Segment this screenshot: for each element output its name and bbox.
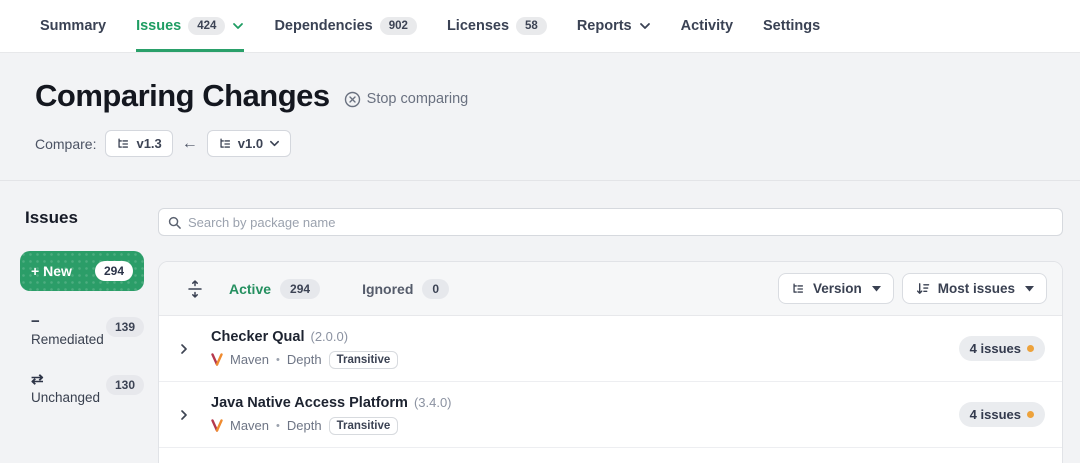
ecosystem-label: Maven xyxy=(230,418,269,433)
maven-logo-icon xyxy=(211,353,223,366)
issues-count-label: 4 issues xyxy=(970,341,1021,356)
list-tree-icon xyxy=(218,137,232,151)
package-info: Checker Qual (2.0.0) Maven • Depth Trans… xyxy=(211,329,398,369)
depth-label: Depth xyxy=(287,418,322,433)
expand-collapse-all-icon[interactable] xyxy=(187,280,203,298)
tab-activity-label: Activity xyxy=(681,18,733,34)
depth-value-badge: Transitive xyxy=(329,351,399,369)
meta-separator-dot: • xyxy=(276,420,280,432)
filter-new-label: + New xyxy=(31,263,72,279)
warning-dot-icon xyxy=(1027,345,1034,352)
compare-row: Compare: v1.3 ← v1.0 xyxy=(35,130,1045,157)
issues-count-label: 4 issues xyxy=(970,407,1021,422)
package-row[interactable]: Java Native Access Platform (3.4.0) Mave… xyxy=(159,382,1062,448)
stop-comparing-button[interactable]: Stop comparing xyxy=(344,91,469,108)
caret-down-icon xyxy=(1025,286,1034,292)
tab-reports[interactable]: Reports xyxy=(577,0,651,52)
issues-count-pill[interactable]: 4 issues xyxy=(959,402,1045,427)
compare-to-version-button[interactable]: v1.0 xyxy=(207,130,291,157)
sort-dropdown-button[interactable]: Most issues xyxy=(902,273,1047,304)
issues-panel: Active 294 Ignored 0 Version xyxy=(158,261,1063,463)
tab-issues-label: Issues xyxy=(136,18,181,34)
dependencies-count-badge: 902 xyxy=(380,17,417,35)
tab-activity[interactable]: Activity xyxy=(681,0,733,52)
compare-from-version-label: v1.3 xyxy=(136,136,161,151)
top-nav: Summary Issues 424 Dependencies 902 Lice… xyxy=(0,0,1080,53)
tab-settings[interactable]: Settings xyxy=(763,0,820,52)
chevron-right-icon[interactable] xyxy=(172,409,196,421)
filter-remediated-item[interactable]: − Remediated 139 xyxy=(20,313,144,349)
ecosystem-label: Maven xyxy=(230,352,269,367)
meta-separator-dot: • xyxy=(276,354,280,366)
package-version: (3.4.0) xyxy=(414,395,452,410)
arrow-left-icon: ← xyxy=(182,135,198,153)
package-version: (2.0.0) xyxy=(311,329,349,344)
tab-ignored-issues[interactable]: Ignored 0 xyxy=(362,279,449,299)
depth-label: Depth xyxy=(287,352,322,367)
tab-ignored-count-badge: 0 xyxy=(422,279,449,299)
compare-from-version-button[interactable]: v1.3 xyxy=(105,130,172,157)
list-tree-icon xyxy=(791,282,805,296)
tab-licenses[interactable]: Licenses 58 xyxy=(447,0,547,52)
compare-to-version-label: v1.0 xyxy=(238,136,263,151)
filter-unchanged-count-badge: 130 xyxy=(106,375,144,395)
stop-comparing-label: Stop comparing xyxy=(367,91,469,107)
issues-count-pill[interactable]: 4 issues xyxy=(959,336,1045,361)
warning-dot-icon xyxy=(1027,411,1034,418)
tab-issues[interactable]: Issues 424 xyxy=(136,0,244,52)
issues-sidebar: Issues + New 294 − Remediated 139 ⇄ Unch… xyxy=(20,208,145,407)
issues-count-badge: 424 xyxy=(188,17,225,35)
package-name: Java Native Access Platform xyxy=(211,395,408,411)
package-row[interactable]: Checker Qual (2.0.0) Maven • Depth Trans… xyxy=(159,316,1062,382)
tab-active-label: Active xyxy=(229,281,271,297)
version-dropdown-label: Version xyxy=(813,281,862,296)
package-name: Checker Qual xyxy=(211,329,305,345)
panel-header: Active 294 Ignored 0 Version xyxy=(159,262,1062,316)
circle-x-icon xyxy=(344,91,361,108)
licenses-count-badge: 58 xyxy=(516,17,547,35)
search-input[interactable] xyxy=(188,215,1053,230)
maven-logo-icon xyxy=(211,419,223,432)
filter-unchanged-item[interactable]: ⇄ Unchanged 130 xyxy=(20,371,144,407)
search-icon xyxy=(168,216,181,229)
page-title: Comparing Changes xyxy=(35,78,330,114)
package-info: Java Native Access Platform (3.4.0) Mave… xyxy=(211,395,452,435)
tab-settings-label: Settings xyxy=(763,18,820,34)
chevron-right-icon[interactable] xyxy=(172,343,196,355)
plus-icon: + xyxy=(31,263,39,279)
caret-down-icon xyxy=(872,286,881,292)
sidebar-title: Issues xyxy=(25,208,145,228)
tab-summary[interactable]: Summary xyxy=(40,0,106,52)
tab-active-count-badge: 294 xyxy=(280,279,320,299)
version-dropdown-button[interactable]: Version xyxy=(778,273,894,304)
list-tree-icon xyxy=(116,137,130,151)
compare-label: Compare: xyxy=(35,136,96,152)
filter-remediated-count-badge: 139 xyxy=(106,317,144,337)
chevron-down-icon xyxy=(639,20,651,32)
chevron-down-icon xyxy=(232,20,244,32)
filter-new-count-badge: 294 xyxy=(95,261,133,281)
tab-dependencies-label: Dependencies xyxy=(274,18,372,34)
tab-summary-label: Summary xyxy=(40,18,106,34)
chevron-down-icon xyxy=(269,138,280,149)
filter-new-button[interactable]: + New 294 xyxy=(20,251,144,291)
tab-reports-label: Reports xyxy=(577,18,632,34)
tab-active-issues[interactable]: Active 294 xyxy=(229,279,320,299)
tab-licenses-label: Licenses xyxy=(447,18,509,34)
sort-descending-icon xyxy=(915,282,930,296)
sort-dropdown-label: Most issues xyxy=(938,281,1015,296)
package-search xyxy=(158,208,1063,236)
depth-value-badge: Transitive xyxy=(329,417,399,435)
package-row xyxy=(159,448,1062,463)
tab-dependencies[interactable]: Dependencies 902 xyxy=(274,0,417,52)
tab-ignored-label: Ignored xyxy=(362,281,413,297)
